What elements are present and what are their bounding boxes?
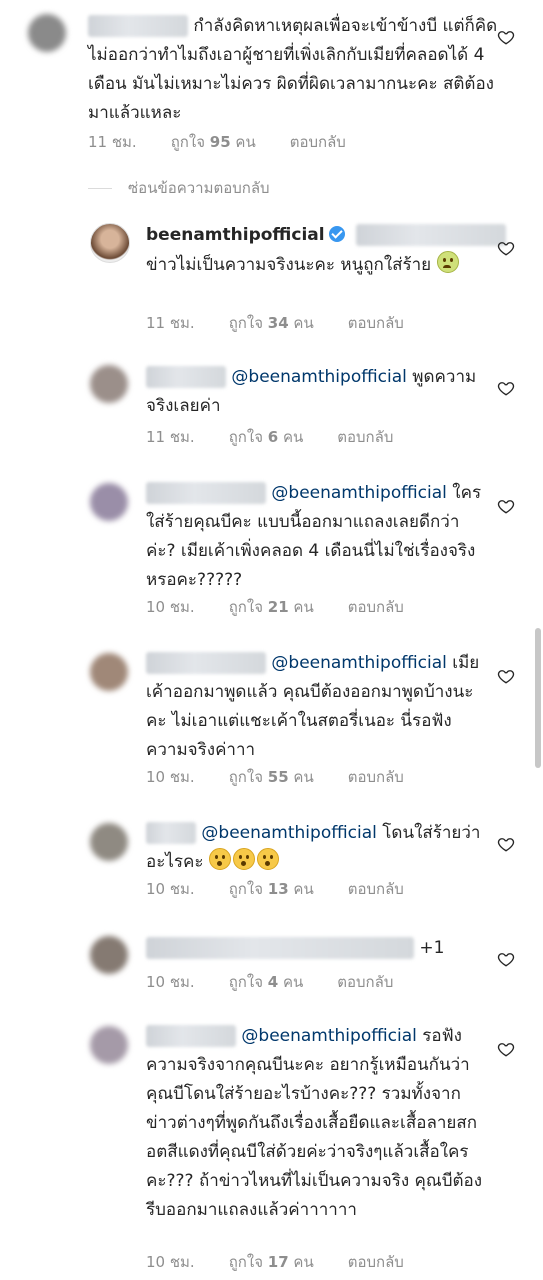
reply-link[interactable]: ตอบกลับ	[348, 314, 404, 332]
like-count[interactable]: ถูกใจ 17 คน	[229, 1253, 314, 1271]
blurred-username[interactable]	[146, 937, 414, 959]
reply-text: +1	[146, 934, 486, 963]
blurred-username[interactable]	[146, 1025, 236, 1047]
divider-line	[88, 187, 112, 189]
timestamp: 11 ชม.	[146, 428, 195, 446]
hushed-face-emoji	[256, 848, 279, 870]
avatar[interactable]	[28, 14, 66, 52]
timestamp: 10 ชม.	[146, 768, 195, 786]
like-count[interactable]: ถูกใจ 55 คน	[229, 768, 314, 786]
hide-replies-toggle[interactable]: ซ่อนข้อความตอบกลับ	[88, 176, 270, 200]
heart-outline-icon[interactable]	[497, 950, 515, 968]
like-count[interactable]: ถูกใจ 34 คน	[229, 314, 314, 332]
comment-meta: 11 ชม. ถูกใจ 34 คน ตอบกลับ	[146, 311, 438, 335]
reply-header: beenamthipofficial	[146, 221, 506, 250]
avatar[interactable]	[90, 823, 128, 861]
timestamp: 10 ชม.	[146, 1253, 195, 1271]
reply-item: beenamthipofficial ข่าวไม่เป็นความจริงนะ…	[0, 215, 543, 345]
hide-replies-label: ซ่อนข้อความตอบกลับ	[128, 179, 270, 197]
mention-link[interactable]: @beenamthipofficial	[231, 367, 406, 387]
blurred-username[interactable]	[146, 822, 196, 844]
heart-outline-icon[interactable]	[497, 1040, 515, 1058]
blurred-username[interactable]	[146, 652, 266, 674]
username[interactable]: beenamthipofficial	[146, 225, 325, 245]
reply-text: @beenamthipofficial โดนใส่ร้ายว่าอะไรคะ	[146, 822, 481, 872]
like-count[interactable]: ถูกใจ 95 คน	[171, 133, 256, 151]
heart-outline-icon[interactable]	[497, 239, 515, 257]
comment-meta: 11 ชม. ถูกใจ 6 คน ตอบกลับ	[146, 425, 427, 449]
heart-outline-icon[interactable]	[497, 28, 515, 46]
mention-link[interactable]: @beenamthipofficial	[201, 823, 376, 843]
comment-item: กำลังคิดหาเหตุผลเพื่อจะเข้าข้างบี แต่ก็ค…	[0, 0, 543, 160]
reply-item: @beenamthipofficial พูดความจริงเลยค่า 11…	[0, 355, 543, 460]
mention-link[interactable]: @beenamthipofficial	[241, 1026, 416, 1046]
avatar[interactable]	[90, 365, 128, 403]
timestamp: 10 ชม.	[146, 880, 195, 898]
reply-item: @beenamthipofficial รอฟังความจริงจากคุณบ…	[0, 1018, 543, 1280]
heart-outline-icon[interactable]	[497, 667, 515, 685]
worried-face-emoji	[436, 251, 459, 273]
reply-text: @beenamthipofficial ใครใส่ร้ายคุณบีคะ แบ…	[146, 482, 482, 590]
like-count[interactable]: ถูกใจ 21 คน	[229, 598, 314, 616]
mention-link[interactable]: @beenamthipofficial	[271, 483, 446, 503]
heart-outline-icon[interactable]	[497, 497, 515, 515]
reply-link[interactable]: ตอบกลับ	[337, 428, 393, 446]
reply-item: @beenamthipofficial ใครใส่ร้ายคุณบีคะ แบ…	[0, 475, 543, 620]
timestamp: 10 ชม.	[146, 598, 195, 616]
comment-meta: 10 ชม. ถูกใจ 21 คน ตอบกลับ	[146, 595, 438, 619]
avatar[interactable]	[90, 483, 128, 521]
comment-meta: 10 ชม. ถูกใจ 13 คน ตอบกลับ	[146, 877, 438, 901]
timestamp: 11 ชม.	[146, 314, 195, 332]
avatar[interactable]	[90, 653, 128, 691]
blurred-mention[interactable]	[356, 224, 506, 246]
timestamp: 11 ชม.	[88, 133, 137, 151]
comment-meta: 10 ชม. ถูกใจ 17 คน ตอบกลับ	[146, 1250, 438, 1274]
reply-text: @beenamthipofficial รอฟังความจริงจากคุณบ…	[146, 1025, 483, 1220]
comment-meta: 11 ชม. ถูกใจ 95 คน ตอบกลับ	[88, 130, 380, 154]
reply-link[interactable]: ตอบกลับ	[348, 768, 404, 786]
verified-badge-icon	[328, 226, 345, 242]
blurred-username[interactable]	[88, 15, 188, 37]
blurred-username[interactable]	[146, 366, 226, 388]
heart-outline-icon[interactable]	[497, 379, 515, 397]
reply-item: +1 10 ชม. ถูกใจ 4 คน ตอบกลับ	[0, 930, 543, 1000]
avatar[interactable]	[90, 936, 128, 974]
hushed-face-emoji	[232, 848, 255, 870]
avatar[interactable]	[90, 1026, 128, 1064]
reply-link[interactable]: ตอบกลับ	[348, 598, 404, 616]
like-count[interactable]: ถูกใจ 6 คน	[229, 428, 304, 446]
like-count[interactable]: ถูกใจ 4 คน	[229, 973, 304, 991]
avatar[interactable]	[90, 223, 130, 263]
reply-text: @beenamthipofficial พูดความจริงเลยค่า	[146, 366, 477, 416]
reply-link[interactable]: ตอบกลับ	[290, 133, 346, 151]
reply-text: ข่าวไม่เป็นความจริงนะคะ หนูถูกใส่ร้าย	[146, 251, 506, 280]
reply-item: @beenamthipofficial โดนใส่ร้ายว่าอะไรคะ …	[0, 815, 543, 915]
reply-item: @beenamthipofficial เมียเค้าออกมาพูดแล้ว…	[0, 645, 543, 790]
mention-link[interactable]: @beenamthipofficial	[271, 653, 446, 673]
reply-link[interactable]: ตอบกลับ	[348, 880, 404, 898]
blurred-username[interactable]	[146, 482, 266, 504]
comment-text: กำลังคิดหาเหตุผลเพื่อจะเข้าข้างบี แต่ก็ค…	[88, 15, 498, 123]
heart-outline-icon[interactable]	[497, 835, 515, 853]
reply-link[interactable]: ตอบกลับ	[348, 1253, 404, 1271]
hushed-face-emoji	[208, 848, 231, 870]
comment-meta: 10 ชม. ถูกใจ 4 คน ตอบกลับ	[146, 970, 427, 994]
timestamp: 10 ชม.	[146, 973, 195, 991]
reply-text: @beenamthipofficial เมียเค้าออกมาพูดแล้ว…	[146, 652, 480, 760]
reply-link[interactable]: ตอบกลับ	[337, 973, 393, 991]
scrollbar[interactable]	[535, 628, 541, 768]
comment-meta: 10 ชม. ถูกใจ 55 คน ตอบกลับ	[146, 765, 438, 789]
like-count[interactable]: ถูกใจ 13 คน	[229, 880, 314, 898]
